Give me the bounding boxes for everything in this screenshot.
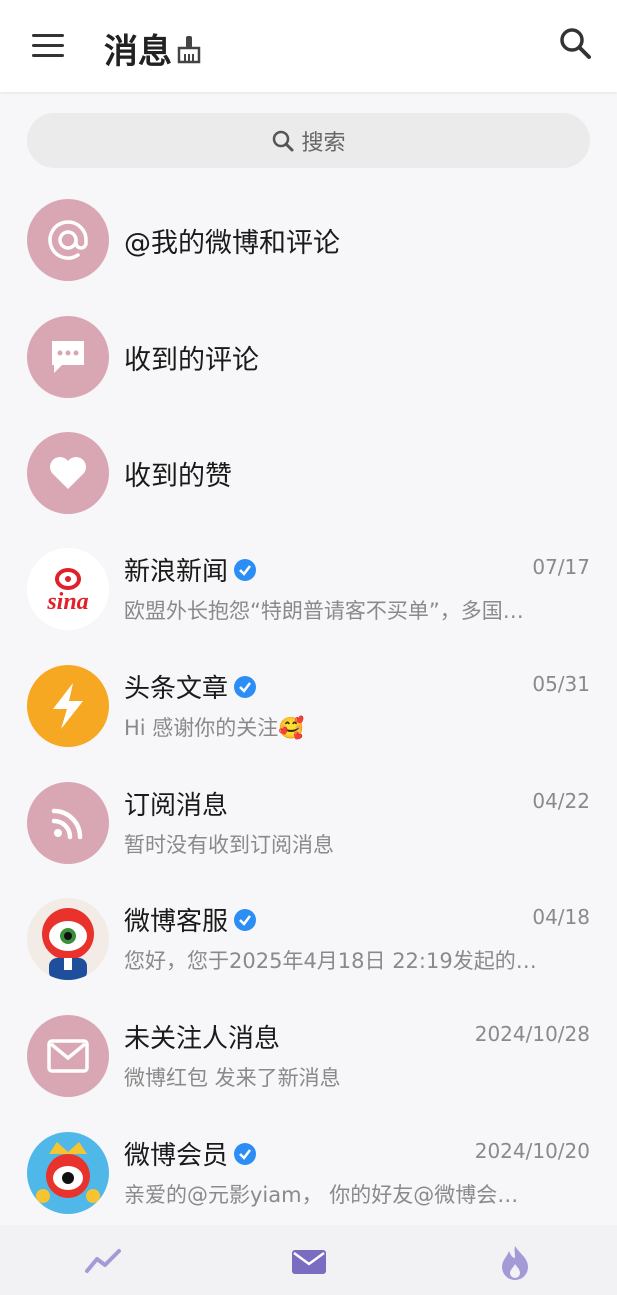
conversation-date: 2024/10/28 [474,1022,590,1046]
hamburger-menu-icon[interactable] [28,30,68,62]
mail-icon [27,1015,109,1097]
conversation-preview: Hi 感谢你的关注🥰 [124,716,305,740]
shortcut-label: @我的微博和评论 [124,228,340,259]
search-placeholder: 搜索 [301,130,346,156]
bottom-nav [0,1225,617,1295]
conversation-date: 05/31 [532,672,590,696]
conversation-name: 头条文章 [124,668,257,705]
conversation-name-text: 微博会员 [124,1141,229,1171]
conversation-preview: 您好，您于2025年4月18日 22:19发起的… [124,949,537,973]
verified-icon [234,1142,257,1165]
conversation-preview: 暂时没有收到订阅消息 [124,833,334,857]
at-icon [27,199,109,281]
conversation-row[interactable]: 未关注人消息 2024/10/28 微博红包 发来了新消息 [0,998,617,1114]
conversation-preview: 微博红包 发来了新消息 [124,1066,341,1090]
conversation-row[interactable]: 微博会员 2024/10/20 亲爱的@元影yiam， 你的好友@微博会… [0,1115,617,1231]
shortcut-likes[interactable]: 收到的赞 [0,415,617,531]
conversation-row[interactable]: 订阅消息 04/22 暂时没有收到订阅消息 [0,765,617,881]
conversation-date: 04/22 [532,789,590,813]
verified-icon [234,558,257,581]
top-bar: 消息 [0,0,617,92]
conversation-date: 07/17 [532,555,590,579]
svg-text:sina: sina [46,589,88,615]
search-field-icon [273,130,294,151]
conversation-name-text: 微博客服 [124,907,229,937]
conversation-name: 未关注人消息 [124,1018,280,1055]
conversation-name: 微博会员 [124,1135,257,1172]
comment-icon [27,316,109,398]
weibo-vip-mascot-avatar [27,1132,109,1214]
sina-logo: sina [27,548,109,630]
shortcut-mentions[interactable]: @我的微博和评论 [0,182,617,298]
hot-flame-icon[interactable] [493,1245,537,1280]
message-icon[interactable] [287,1245,331,1279]
verified-icon [234,675,257,698]
page-title-text: 消息 [104,32,172,72]
shortcut-label: 收到的评论 [124,345,259,376]
conversation-name-text: 未关注人消息 [124,1024,281,1054]
conversation-name-text: 新浪新闻 [124,557,229,587]
conversation-name: 订阅消息 [124,785,228,822]
conversation-name-text: 头条文章 [124,674,229,704]
conversation-name: 新浪新闻 [124,551,257,588]
broom-icon[interactable] [176,34,202,64]
conversation-row[interactable]: sina 新浪新闻 07/17 欧盟外长抱怨“特朗普请客不买单”，多国… [0,531,617,647]
lightning-icon [27,665,109,747]
verified-icon [234,908,257,931]
rss-icon [27,782,109,864]
conversation-row[interactable]: 微博客服 04/18 您好，您于2025年4月18日 22:19发起的… [0,881,617,997]
search-input[interactable]: 搜索 [27,113,590,168]
heart-icon [27,432,109,514]
conversation-name: 微博客服 [124,901,257,938]
conversation-preview: 欧盟外长抱怨“特朗普请客不买单”，多国… [124,599,524,623]
conversation-preview: 亲爱的@元影yiam， 你的好友@微博会… [124,1183,519,1207]
conversation-date: 2024/10/20 [474,1139,590,1163]
shortcut-label: 收到的赞 [124,461,232,492]
conversation-date: 04/18 [532,905,590,929]
weibo-mascot-avatar [27,898,109,980]
page-title: 消息 [104,24,202,73]
conversation-row[interactable]: 头条文章 05/31 Hi 感谢你的关注🥰 [0,648,617,764]
trend-icon[interactable] [81,1245,125,1279]
conversation-name-text: 订阅消息 [124,791,229,821]
search-icon[interactable] [556,24,596,64]
shortcut-comments[interactable]: 收到的评论 [0,299,617,415]
